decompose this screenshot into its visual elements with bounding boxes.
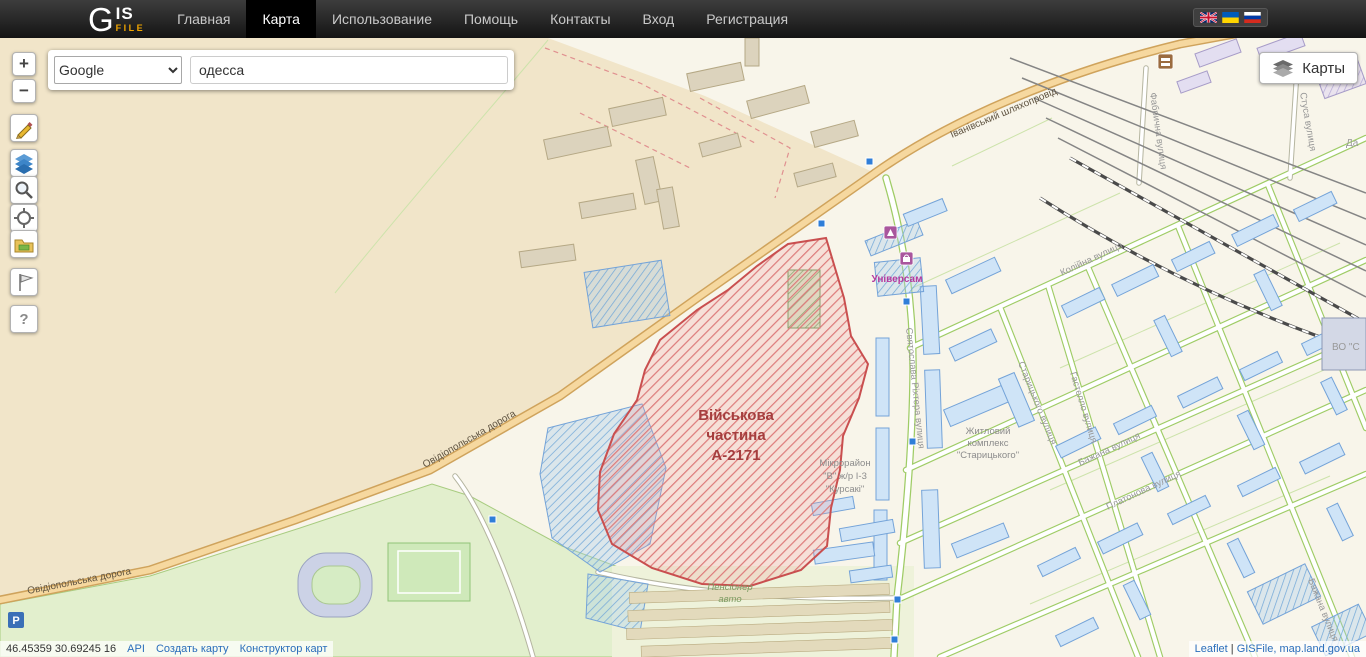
import-map-tool-button[interactable] [10, 230, 38, 258]
nav-home[interactable]: Главная [161, 0, 246, 38]
pensioner-label-2: авто [718, 594, 741, 605]
edge-label-da: Да [1346, 138, 1359, 149]
top-nav-bar: G IS FILE Главная Карта Использование По… [0, 0, 1366, 38]
district-label-mikroraion-2: "В" ж/р І-3 [823, 471, 867, 482]
layers-tool-button[interactable] [10, 149, 38, 177]
search-input[interactable] [190, 56, 508, 84]
market-icon[interactable] [1158, 54, 1173, 69]
create-map-link[interactable]: Создать карту [156, 643, 229, 655]
russia-flag-icon[interactable] [1244, 12, 1261, 23]
attribution-separator: | [1228, 643, 1237, 655]
street-label-stusa: Стуса вулиця [1297, 92, 1318, 152]
vertex-marker[interactable] [903, 298, 910, 305]
parking-icon[interactable]: P [8, 612, 24, 628]
search-bar: Google [48, 50, 514, 90]
street-label-platonova: Платонова вулиця [1105, 468, 1183, 512]
search-provider-select[interactable]: Google [54, 56, 182, 84]
construction-site [584, 260, 670, 328]
layers-icon [1272, 59, 1294, 77]
crosshair-icon [12, 206, 36, 230]
complex-label-2: комплекс [967, 438, 1008, 449]
military-label-1: Військова [698, 407, 774, 424]
nav-map[interactable]: Карта [246, 0, 315, 38]
gisfile-logo[interactable]: G IS FILE [88, 0, 145, 38]
search-tool-button[interactable] [10, 176, 38, 204]
layers-icon [12, 151, 36, 175]
main-nav: Главная Карта Использование Помощь Конта… [161, 0, 804, 38]
measure-icon [13, 117, 35, 139]
nav-help[interactable]: Помощь [448, 0, 534, 38]
universam-label: Універсам [872, 274, 923, 285]
monument-icon[interactable] [884, 226, 897, 239]
locate-tool-button[interactable] [10, 204, 38, 232]
ukraine-flag-icon[interactable] [1222, 12, 1239, 23]
complex-label-3: "Старицького" [957, 450, 1019, 461]
map-canvas[interactable]: Іванівський шляхопровід Овідіопольська д… [0, 38, 1366, 657]
vertex-marker[interactable] [891, 636, 898, 643]
status-bar: 46.45359 30.69245 16 API Создать карту К… [0, 641, 333, 657]
vertex-marker[interactable] [489, 516, 496, 523]
zoom-out-button[interactable]: − [12, 79, 36, 103]
edge-label-vo: ВО "С [1332, 342, 1360, 353]
military-label-2: частина [706, 427, 766, 444]
flag-icon [12, 270, 36, 294]
nav-contacts[interactable]: Контакты [534, 0, 626, 38]
logo-file: FILE [116, 24, 146, 33]
import-map-icon [12, 232, 36, 256]
district-label-mikroraion-3: "Курсакі" [826, 484, 865, 495]
vertex-marker[interactable] [866, 158, 873, 165]
nav-login[interactable]: Вход [627, 0, 691, 38]
api-link[interactable]: API [127, 643, 145, 655]
logo-is: IS [116, 5, 146, 22]
district-label-mikroraion-1: Мікрорайон [819, 458, 870, 469]
vertex-marker[interactable] [894, 596, 901, 603]
nav-register[interactable]: Регистрация [690, 0, 804, 38]
flag-tool-button[interactable] [10, 268, 38, 296]
pensioner-label-1: Пенсіонер [707, 582, 752, 593]
layers-button-label: Карты [1302, 60, 1345, 77]
vertex-marker[interactable] [909, 438, 916, 445]
help-tool-button[interactable]: ? [10, 305, 38, 333]
language-switcher [1193, 8, 1268, 27]
layers-switcher-button[interactable]: Карты [1259, 52, 1358, 84]
leaflet-link[interactable]: Leaflet [1195, 643, 1228, 655]
road-label-ivanivskyi: Іванівський шляхопровід [949, 86, 1059, 141]
shop-icon[interactable] [900, 252, 913, 265]
coordinates-readout: 46.45359 30.69245 16 [6, 643, 116, 655]
search-icon [12, 178, 36, 202]
uk-flag-icon[interactable] [1200, 12, 1217, 23]
vertex-marker[interactable] [818, 220, 825, 227]
map-viewport[interactable]: Іванівський шляхопровід Овідіопольська д… [0, 38, 1366, 657]
complex-label-1: Житловий [966, 426, 1011, 437]
zoom-in-button[interactable]: + [12, 52, 36, 76]
measure-tool-button[interactable] [10, 114, 38, 142]
military-label-3: А-2171 [711, 447, 760, 464]
svg-text:P: P [12, 615, 19, 627]
gisfile-attribution-link[interactable]: GISFile, map.land.gov.ua [1237, 643, 1360, 655]
logo-g: G [88, 3, 114, 36]
map-constructor-link[interactable]: Конструктор карт [240, 643, 328, 655]
map-attribution: Leaflet | GISFile, map.land.gov.ua [1189, 641, 1366, 657]
nav-usage[interactable]: Использование [316, 0, 448, 38]
